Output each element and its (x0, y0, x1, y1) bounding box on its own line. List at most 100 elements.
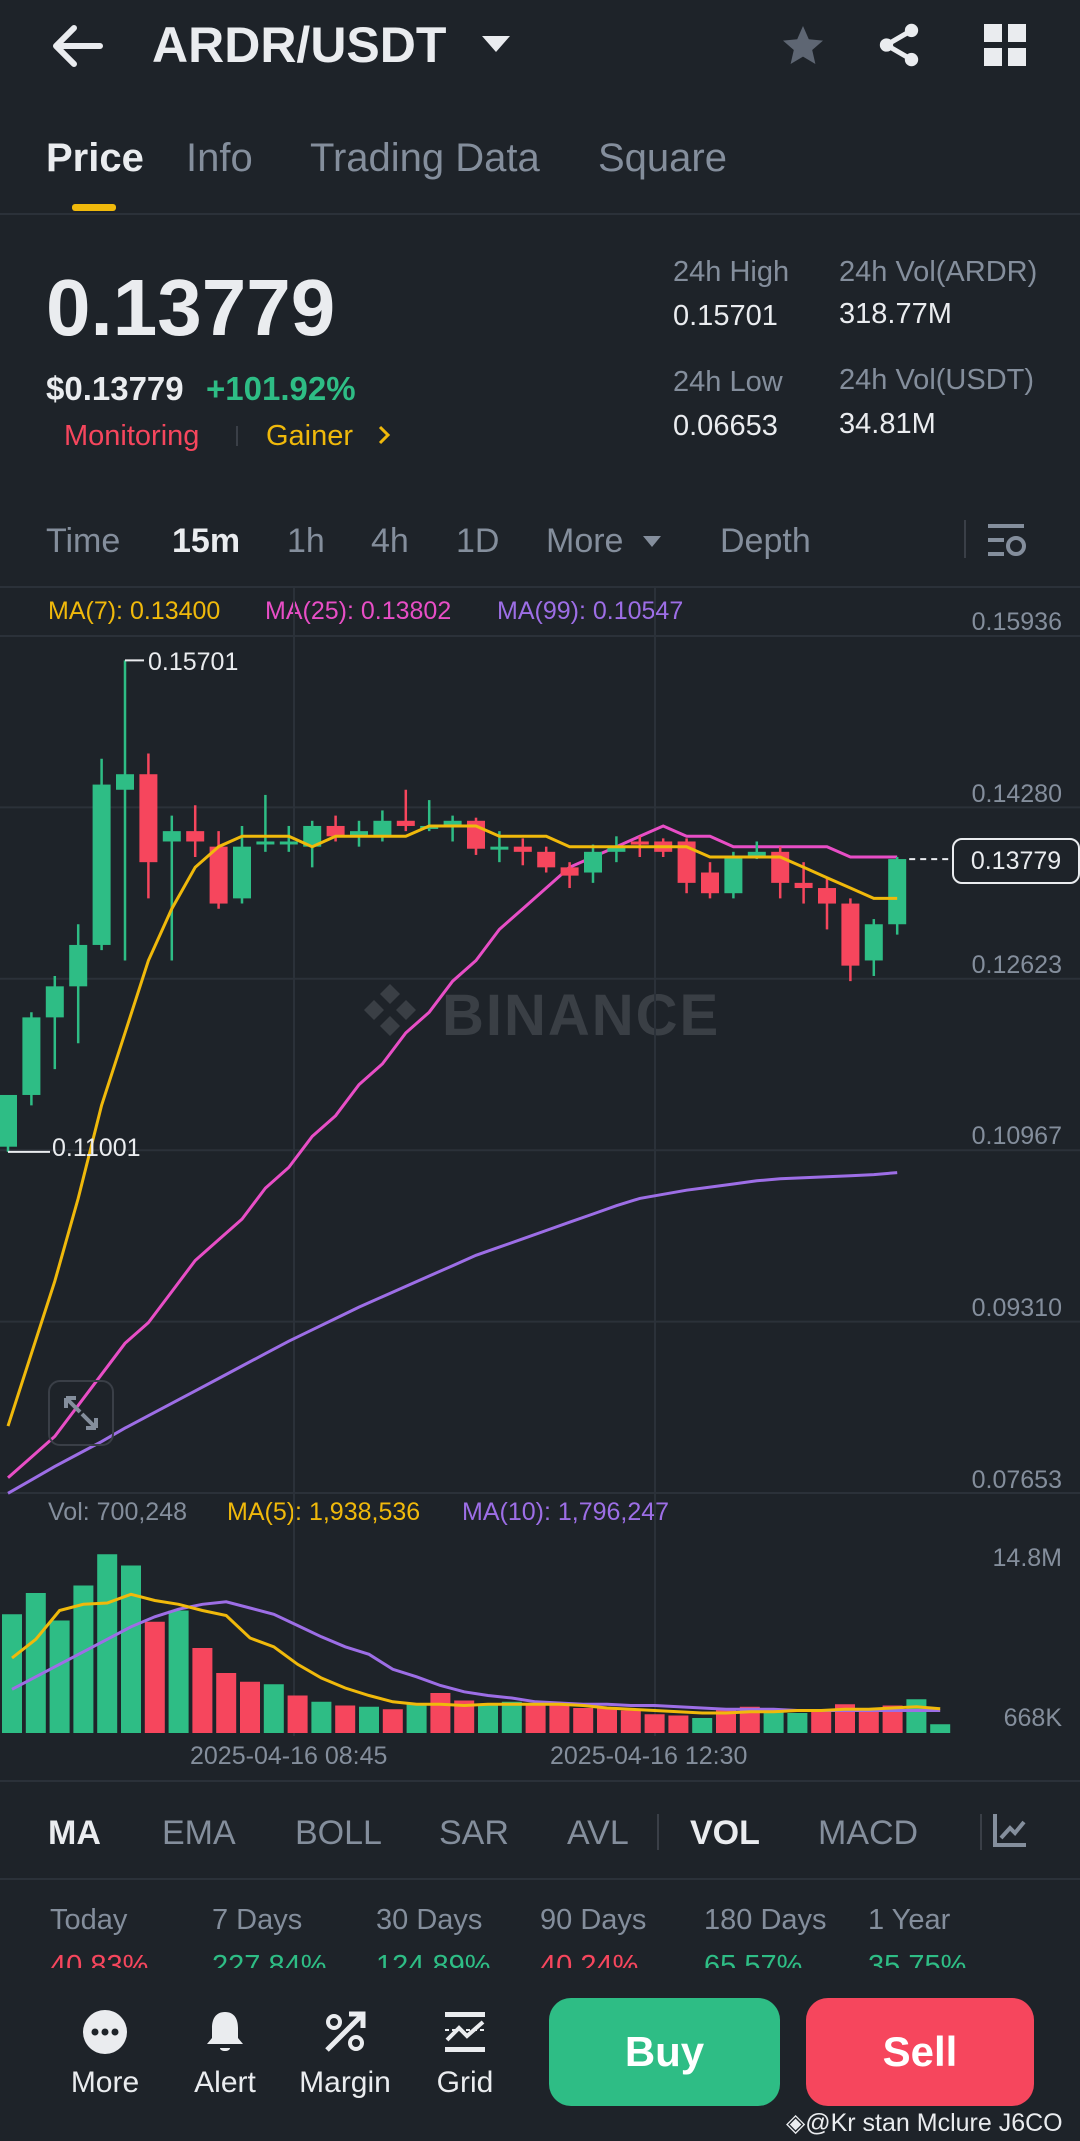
indicator-macd[interactable]: MACD (818, 1814, 918, 1853)
time-axis-label: 2025-04-16 08:45 (190, 1742, 388, 1770)
price-axis-label: 0.10967 (971, 1122, 1062, 1150)
vol-axis-max: 14.8M (992, 1544, 1062, 1572)
candle-body (888, 859, 907, 925)
price-axis-label: 0.14280 (971, 780, 1062, 808)
last-price: 0.13779 (46, 263, 336, 352)
alert-label: Alert (194, 2066, 256, 2099)
candle-body (326, 825, 345, 837)
volume-bar (287, 1695, 308, 1733)
volume-bar (430, 1693, 451, 1733)
grid-button[interactable]: Grid (410, 2008, 520, 2100)
volume-bar (644, 1714, 665, 1733)
margin-percent-icon (325, 2011, 366, 2052)
alert-button[interactable]: Alert (170, 2008, 280, 2100)
volume-bar (144, 1621, 165, 1733)
candle-body (794, 882, 813, 889)
credit-text: @Kr stan Mclure J6CO (805, 2109, 1063, 2137)
indicator-ema[interactable]: EMA (162, 1814, 236, 1853)
candle-body (279, 841, 298, 845)
ma7-line (6, 824, 898, 1427)
vol-ardr-label: 24h Vol(ARDR) (839, 256, 1038, 288)
candle-body (841, 903, 860, 966)
low-marker: 0.11001 (52, 1134, 141, 1162)
volume-bar (787, 1713, 808, 1733)
interval-15m[interactable]: 15m (172, 522, 240, 561)
volume-bar (620, 1710, 641, 1733)
more-label: More (70, 2066, 140, 2099)
more-button[interactable]: More (50, 2008, 160, 2100)
candle-body (69, 944, 88, 987)
volume-bar (359, 1706, 379, 1733)
perf-label: 1 Year (868, 1904, 951, 1936)
more-chevron-icon[interactable] (642, 535, 662, 549)
tab-price[interactable]: Price (46, 136, 144, 181)
vol-ardr-value: 318.77M (839, 298, 952, 330)
volume-bar (692, 1718, 713, 1733)
sell-button[interactable]: Sell (806, 1998, 1034, 2106)
perf-label: 180 Days (704, 1904, 827, 1936)
margin-button[interactable]: Margin (290, 2008, 400, 2100)
candle-body (584, 851, 602, 873)
chevron-right-icon[interactable] (376, 424, 392, 446)
time-axis-label: 2025-04-16 12:30 (550, 1742, 748, 1770)
perf-value: 124.89% (376, 1950, 491, 1968)
gainer-tag[interactable]: Gainer (266, 420, 353, 453)
volume-bar (478, 1704, 498, 1733)
indicator-ma[interactable]: MA (48, 1814, 101, 1853)
volume-bar (525, 1704, 546, 1733)
chart-settings-icon[interactable] (988, 522, 1028, 558)
star-icon[interactable] (778, 22, 828, 70)
candle-body (490, 846, 509, 850)
interval-1h[interactable]: 1h (287, 522, 325, 561)
fullscreen-button[interactable] (48, 1380, 114, 1446)
tab-square[interactable]: Square (598, 136, 727, 181)
back-arrow-icon[interactable] (50, 22, 104, 70)
monitoring-tag[interactable]: Monitoring (64, 420, 199, 453)
price-change: +101.92% (206, 370, 356, 407)
expand-icon (64, 1396, 98, 1430)
candlestick-chart[interactable] (0, 586, 1080, 1496)
indicator-divider (0, 1878, 1080, 1880)
indicator-avl[interactable]: AVL (567, 1814, 629, 1853)
perf-label: 7 Days (212, 1904, 303, 1936)
indicator-vol[interactable]: VOL (690, 1814, 760, 1853)
interval-depth[interactable]: Depth (720, 522, 811, 561)
vol-usdt-value: 34.81M (839, 408, 936, 440)
indicator-settings-icon[interactable] (992, 1812, 1028, 1848)
candle-body (373, 820, 392, 837)
interval-time[interactable]: Time (46, 522, 120, 561)
indicator-sar[interactable]: SAR (439, 1814, 509, 1853)
perf-value: 35.75% (868, 1950, 967, 1968)
volume-bar (668, 1715, 689, 1733)
interval-more[interactable]: More (546, 522, 623, 561)
more-dots-icon (83, 2010, 127, 2054)
bottom-bar: More Alert Margin Grid Buy Sell ◈@Kr sta… (0, 1968, 1080, 2141)
chevron-down-icon[interactable] (480, 34, 512, 56)
interval-4h[interactable]: 4h (371, 522, 409, 561)
volume-bar (811, 1711, 832, 1733)
volume-bar (49, 1620, 70, 1733)
pair-title[interactable]: ARDR/USDT (152, 16, 446, 74)
volume-bar (121, 1565, 141, 1733)
tab-info[interactable]: Info (186, 136, 253, 181)
indicator-boll[interactable]: BOLL (295, 1814, 382, 1853)
volume-chart[interactable] (0, 1496, 1080, 1736)
bell-icon (207, 2012, 243, 2051)
buy-button[interactable]: Buy (549, 1998, 780, 2106)
interval-1d[interactable]: 1D (456, 522, 499, 561)
candle-body (513, 846, 532, 852)
volume-bar (930, 1724, 951, 1733)
grid-menu-icon[interactable] (984, 24, 1026, 66)
candle-body (396, 820, 415, 826)
grid-label: Grid (436, 2066, 494, 2099)
high-marker: 0.15701 (148, 648, 239, 676)
current-price-tag[interactable]: 0.13779 (952, 838, 1080, 884)
interval-separator (964, 520, 966, 558)
price-axis-label: 0.09310 (971, 1294, 1062, 1322)
share-icon[interactable] (874, 20, 924, 70)
volume-bar (573, 1708, 594, 1733)
candle-body (209, 846, 228, 904)
vol-axis-min: 668K (1003, 1704, 1062, 1732)
tab-trading-data[interactable]: Trading Data (310, 136, 540, 181)
volume-bar (382, 1709, 403, 1733)
